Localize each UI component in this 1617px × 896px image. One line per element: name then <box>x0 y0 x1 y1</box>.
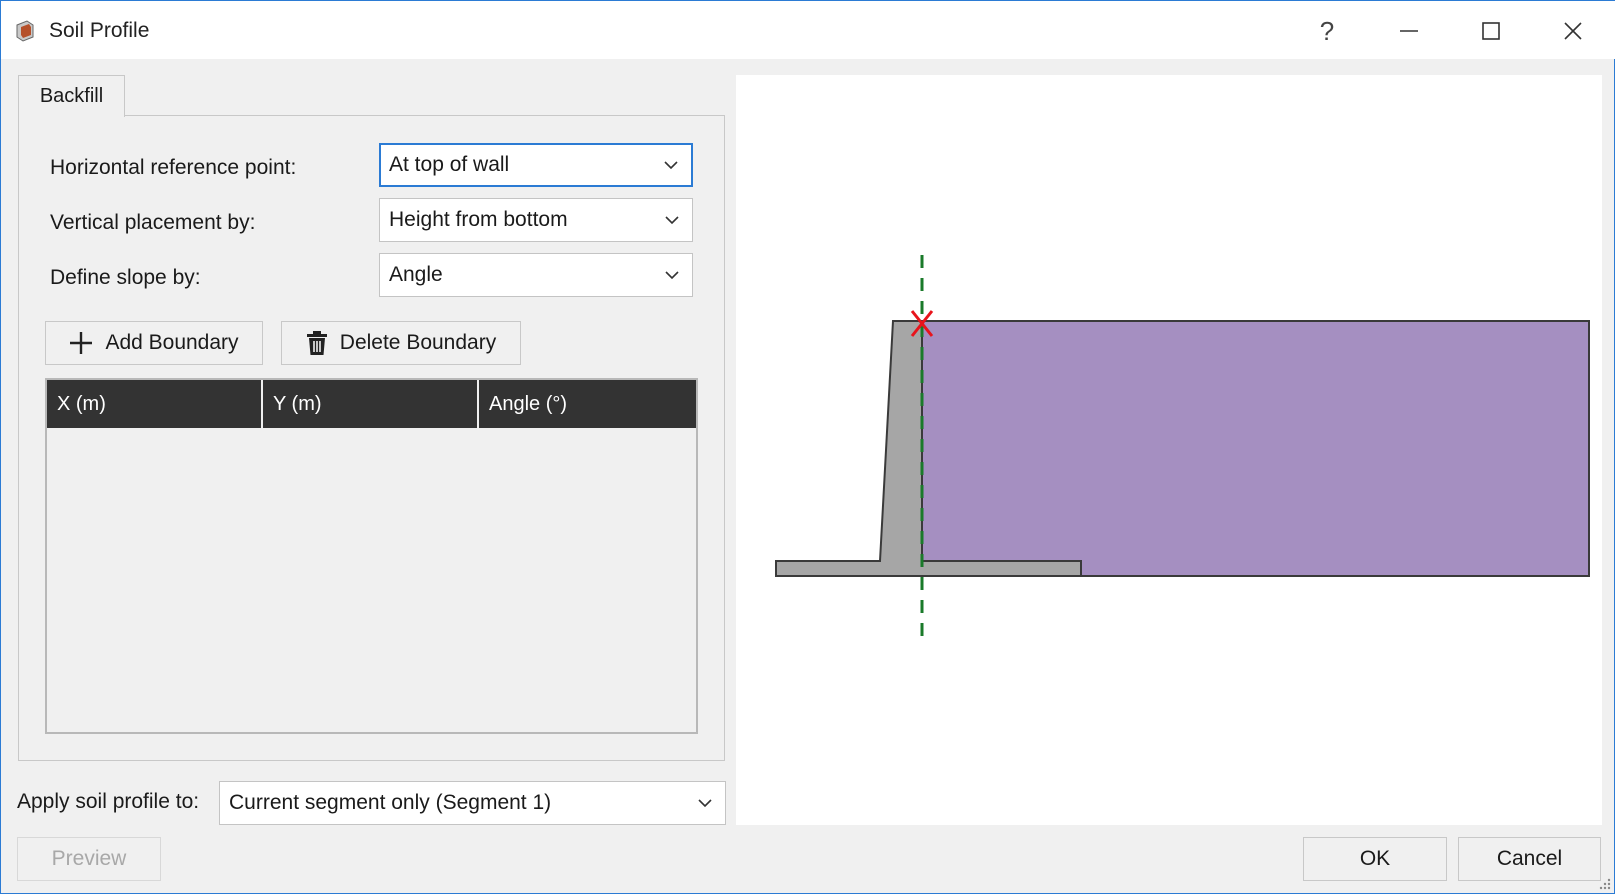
slope-select[interactable]: Angle <box>379 253 693 297</box>
backfill-soil-region <box>921 320 1590 577</box>
vertical-placement-select[interactable]: Height from bottom <box>379 198 693 242</box>
maximize-icon <box>1482 22 1500 40</box>
minimize-button[interactable] <box>1389 11 1429 51</box>
chevron-down-icon <box>698 799 712 808</box>
vertical-placement-label: Vertical placement by: <box>50 211 256 234</box>
column-header-x[interactable]: X (m) <box>47 380 263 428</box>
add-boundary-button[interactable]: Add Boundary <box>45 321 263 365</box>
cancel-label: Cancel <box>1496 847 1563 870</box>
horizontal-reference-select[interactable]: At top of wall <box>379 143 693 187</box>
slope-value: Angle <box>389 263 443 286</box>
column-header-y[interactable]: Y (m) <box>263 380 479 428</box>
help-icon: ? <box>1319 15 1335 46</box>
vertical-placement-value: Height from bottom <box>389 208 568 231</box>
trash-icon <box>306 331 328 355</box>
cancel-button[interactable]: Cancel <box>1458 837 1601 881</box>
chevron-down-icon <box>664 161 678 170</box>
close-icon <box>1564 22 1582 40</box>
help-button[interactable]: ? <box>1307 11 1347 51</box>
table-header: X (m) Y (m) Angle (°) <box>47 380 696 428</box>
title-bar: Soil Profile ? <box>1 1 1616 59</box>
boundary-table[interactable]: X (m) Y (m) Angle (°) <box>45 378 698 734</box>
close-button[interactable] <box>1553 11 1593 51</box>
maximize-button[interactable] <box>1471 11 1511 51</box>
delete-boundary-button[interactable]: Delete Boundary <box>281 321 521 365</box>
add-boundary-label: Add Boundary <box>105 331 239 354</box>
app-icon <box>16 20 34 42</box>
chevron-down-icon <box>665 216 679 225</box>
profile-drawing <box>775 255 1590 645</box>
profile-preview-canvas[interactable] <box>736 75 1602 825</box>
plus-icon <box>69 331 93 355</box>
apply-profile-select[interactable]: Current segment only (Segment 1) <box>219 781 726 825</box>
tab-backfill-label: Backfill <box>39 85 104 107</box>
tab-backfill[interactable]: Backfill <box>18 75 125 117</box>
ok-button[interactable]: OK <box>1303 837 1447 881</box>
preview-button[interactable]: Preview <box>17 837 161 881</box>
apply-profile-value: Current segment only (Segment 1) <box>229 791 552 814</box>
ok-label: OK <box>1359 847 1391 870</box>
horizontal-reference-label: Horizontal reference point: <box>50 156 297 179</box>
resize-grip-icon[interactable] <box>1597 876 1611 890</box>
minimize-icon <box>1400 30 1418 32</box>
apply-profile-label: Apply soil profile to: <box>17 790 200 813</box>
soil-profile-dialog: Soil Profile ? Backfill Horizontal refer… <box>0 0 1616 894</box>
slope-label: Define slope by: <box>50 266 201 289</box>
chevron-down-icon <box>665 271 679 280</box>
preview-label: Preview <box>51 847 127 870</box>
column-header-angle[interactable]: Angle (°) <box>479 380 696 428</box>
delete-boundary-label: Delete Boundary <box>339 331 497 354</box>
window-title: Soil Profile <box>49 19 150 42</box>
horizontal-reference-value: At top of wall <box>389 153 510 176</box>
